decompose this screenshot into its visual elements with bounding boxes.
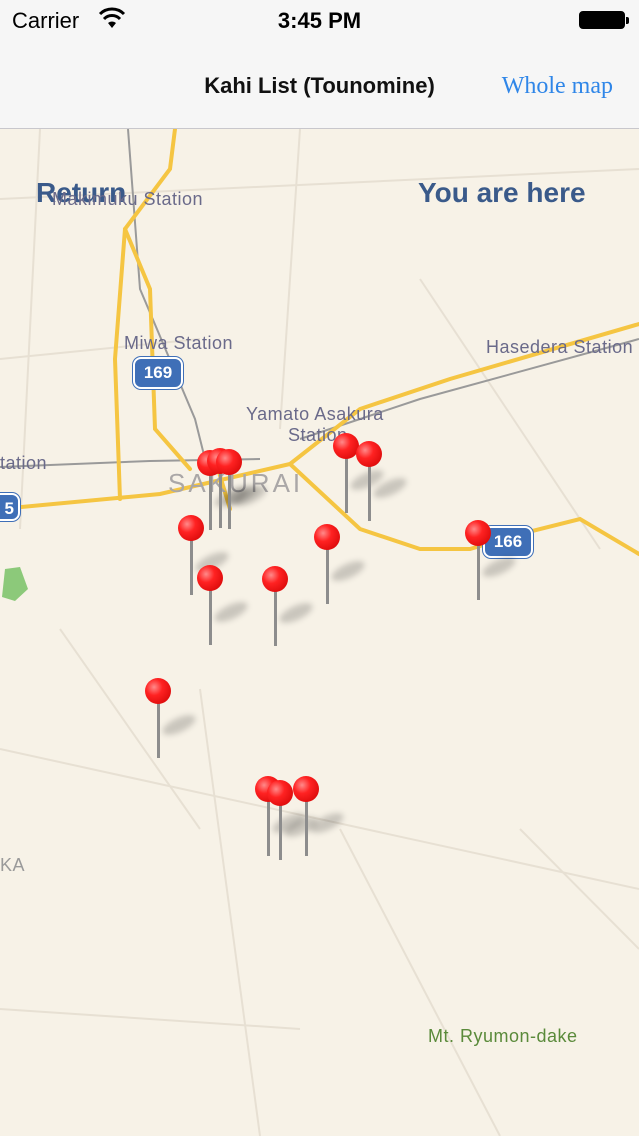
route-165-shield: 5 xyxy=(0,493,20,521)
label-ka: KA xyxy=(0,855,26,875)
battery-icon xyxy=(579,11,629,29)
label-tation: tation xyxy=(0,453,48,473)
clock: 3:45 PM xyxy=(277,8,362,33)
whole-map-button[interactable]: Whole map xyxy=(502,73,613,100)
status-bar: Carrier 3:45 PM xyxy=(0,0,639,40)
route-169-shield: 169 xyxy=(133,357,183,389)
map-pin[interactable] xyxy=(463,520,519,600)
map-view[interactable]: Return You are here Makimuku Station Miw… xyxy=(0,129,639,1136)
label-hasedera-station: Hasedera Station xyxy=(486,337,634,357)
label-mt-ryumon-dake: Mt. Ryumon-dake xyxy=(428,1026,578,1046)
label-yamato-asakura: Yamato Asakura xyxy=(246,404,384,424)
map-pin[interactable] xyxy=(214,449,270,529)
map-pin[interactable] xyxy=(195,565,251,645)
map-pin[interactable] xyxy=(312,524,368,604)
you-are-here-button[interactable]: You are here xyxy=(418,177,586,209)
map-roads xyxy=(0,129,639,1136)
map-pin[interactable] xyxy=(260,566,316,646)
navigation-bar: Kahi List (Tounomine) Whole map xyxy=(0,40,639,129)
label-miwa-station: Miwa Station xyxy=(124,333,234,353)
label-makimuku-station: Makimuku Station xyxy=(52,189,204,209)
map-pin[interactable] xyxy=(291,776,347,856)
map-pin[interactable] xyxy=(354,441,410,521)
map-pin[interactable] xyxy=(143,678,199,758)
